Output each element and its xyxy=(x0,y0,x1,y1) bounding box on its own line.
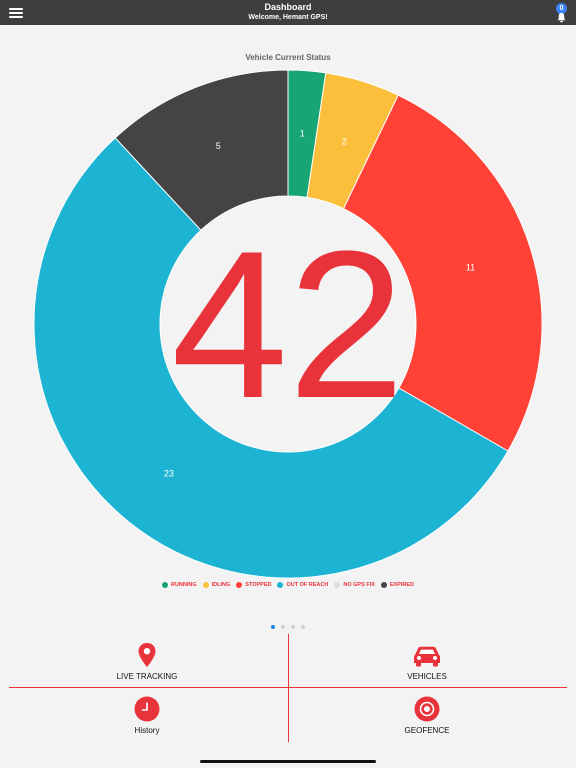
legend-item-expired[interactable]: EXPIRED xyxy=(380,582,414,588)
legend-swatch xyxy=(277,582,284,588)
history-label: History xyxy=(134,726,160,735)
geofence-tile[interactable]: GEOFENCE xyxy=(292,692,562,742)
vehicles-tile[interactable]: VEHICLES xyxy=(292,638,562,688)
live-tracking-tile[interactable]: LIVE TRACKING xyxy=(12,638,282,688)
slice-value-label: 2 xyxy=(342,136,347,146)
total-vehicles-count: 42 xyxy=(171,207,405,442)
slice-value-label: 11 xyxy=(466,263,475,273)
geofence-label: GEOFENCE xyxy=(404,726,450,735)
legend-item-running[interactable]: RUNNING xyxy=(161,582,197,588)
status-donut-chart: 1 2 11 23 5 42 xyxy=(33,69,543,579)
legend-label: EXPIRED xyxy=(389,582,414,588)
legend-item-out-of-reach[interactable]: OUT OF REACH xyxy=(277,582,328,588)
legend-swatch xyxy=(202,582,209,588)
legend-label: STOPPED xyxy=(245,582,272,588)
chart-legend: RUNNING IDLING STOPPED OUT OF REACH NO GPS F… xyxy=(0,582,576,588)
legend-swatch xyxy=(161,582,168,588)
history-tile[interactable]: History xyxy=(12,692,282,742)
legend-item-idling[interactable]: IDLING xyxy=(202,582,231,588)
legend-swatch xyxy=(334,582,341,588)
legend-item-stopped[interactable]: STOPPED xyxy=(236,582,271,588)
legend-label: OUT OF REACH xyxy=(286,582,329,588)
legend-swatch xyxy=(380,582,387,588)
map-pin-icon xyxy=(138,643,156,667)
legend-swatch xyxy=(236,582,243,588)
legend-label: IDLING xyxy=(211,582,231,588)
slice-value-label: 5 xyxy=(216,141,221,151)
legend-item-no-gps-fix[interactable]: NO GPS FIX xyxy=(334,582,375,588)
live-tracking-label: LIVE TRACKING xyxy=(116,672,178,681)
legend-label: RUNNING xyxy=(170,582,197,588)
page-dot[interactable] xyxy=(271,625,275,629)
tile-divider-vertical xyxy=(288,634,289,742)
page-dot[interactable] xyxy=(291,625,295,629)
clock-icon xyxy=(134,696,160,722)
slice-value-label: 1 xyxy=(300,129,305,139)
page-dot[interactable] xyxy=(281,625,285,629)
page-dot[interactable] xyxy=(301,625,305,629)
geofence-target-icon xyxy=(414,696,440,722)
vehicles-label: VEHICLES xyxy=(407,672,447,681)
legend-label: NO GPS FIX xyxy=(343,582,375,588)
page-indicator[interactable] xyxy=(0,625,576,629)
car-icon xyxy=(414,646,440,667)
home-indicator xyxy=(200,760,376,763)
slice-value-label: 23 xyxy=(164,468,174,478)
